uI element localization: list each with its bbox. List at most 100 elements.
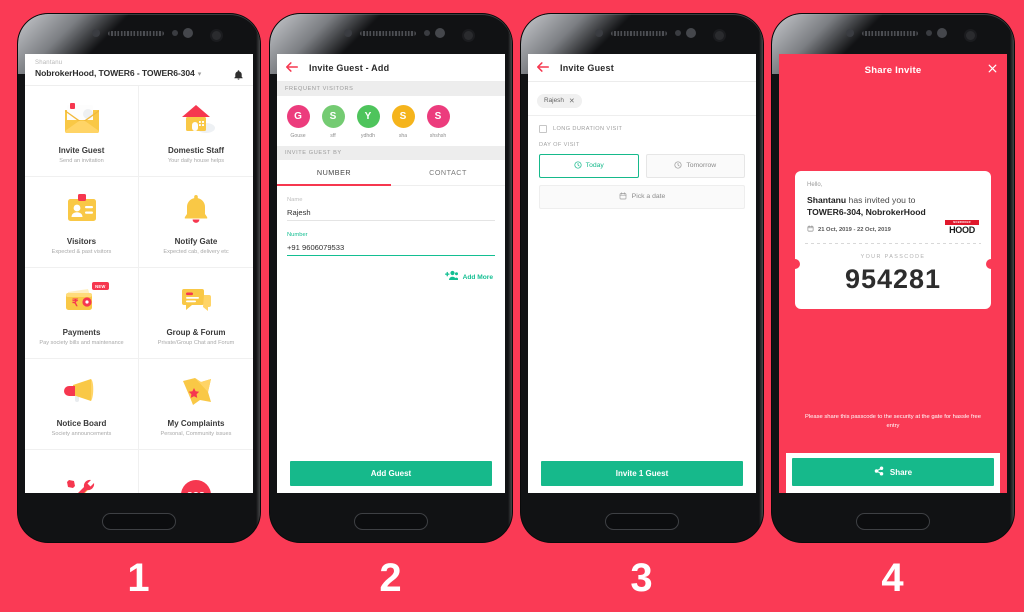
calendar-icon: [807, 225, 814, 234]
visitor-name: ydhdh: [360, 133, 376, 139]
camera-lens-icon: [966, 31, 975, 40]
visitor-item[interactable]: S sff: [320, 105, 346, 139]
light-sensor-icon: [435, 28, 445, 38]
frequent-visitors-list: G Gouse S sff Y ydhdh S sha S shshsh: [277, 96, 505, 146]
nobrokerhood-logo: NOBROKER HOOD: [945, 220, 979, 235]
invite-guest-button[interactable]: Invite 1 Guest: [541, 461, 743, 486]
address-selector[interactable]: NobrokerHood, TOWER6 - TOWER6-304 ▾: [35, 68, 243, 78]
avatar: S: [321, 105, 345, 128]
tile-invite-guest[interactable]: Invite Guest Send an invitation: [25, 86, 139, 177]
long-duration-checkbox[interactable]: [539, 124, 547, 133]
visitor-item[interactable]: Y ydhdh: [355, 105, 381, 139]
user-name: Shantanu: [35, 60, 63, 66]
tile-notice-board[interactable]: Notice Board Society announcements: [25, 359, 139, 450]
avatar: S: [426, 105, 450, 128]
tile-group-forum[interactable]: Group & Forum Private/Group Chat and For…: [139, 268, 253, 359]
long-duration-visit-row[interactable]: LONG DURATION VISIT: [528, 116, 756, 137]
appbar: Invite Guest - Add: [277, 54, 505, 82]
light-sensor-icon: [937, 28, 947, 38]
number-field-value: +91 9606079533: [287, 243, 345, 252]
close-icon[interactable]: [987, 61, 998, 79]
day-button-today[interactable]: Today: [539, 153, 639, 178]
tile-subtitle: Send an invitation: [59, 158, 104, 164]
phone-topbar: [772, 14, 1014, 54]
ticket-notch-left: [790, 259, 800, 269]
tab-contact[interactable]: CONTACT: [391, 160, 505, 186]
guest-chip[interactable]: Rajesh ✕: [537, 93, 582, 108]
clock-icon: [674, 160, 682, 171]
step-number-4: 4: [881, 556, 905, 600]
invite-guest-label: Invite 1 Guest: [615, 469, 669, 478]
tile-sos[interactable]: SOS: [139, 450, 253, 493]
name-field-value: Rajesh: [287, 208, 311, 217]
home-button[interactable]: [856, 513, 930, 530]
long-duration-label: LONG DURATION VISIT: [553, 125, 623, 132]
name-field[interactable]: Name Rajesh: [277, 197, 505, 221]
visitor-item[interactable]: S shshsh: [425, 105, 451, 139]
tile-my-complaints[interactable]: My Complaints Personal, Community issues: [139, 359, 253, 450]
front-camera-icon: [92, 29, 100, 37]
step-number-3: 3: [630, 556, 654, 600]
feature-grid: Invite Guest Send an invitation Domestic…: [25, 86, 253, 493]
passcode-value: 954281: [844, 264, 942, 295]
id-card-icon: [62, 189, 102, 229]
phone-topbar: [521, 14, 763, 54]
tile-notify-gate[interactable]: Notify Gate Expected cab, delivery etc: [139, 177, 253, 268]
visitor-item[interactable]: S sha: [390, 105, 416, 139]
tile-subtitle: Private/Group Chat and Forum: [157, 340, 235, 346]
calendar-icon: [619, 191, 627, 202]
camera-lens-icon: [464, 31, 473, 40]
step-number-2: 2: [379, 556, 403, 600]
sos-button[interactable]: SOS: [181, 475, 211, 493]
guest-chip-row: Rajesh ✕: [528, 82, 756, 116]
add-guest-button[interactable]: Add Guest: [290, 461, 492, 486]
back-arrow-icon[interactable]: [285, 61, 299, 75]
tile-domestic-staff[interactable]: Domestic Staff Your daily house helps: [139, 86, 253, 177]
tile-visitors[interactable]: Visitors Expected & past visitors: [25, 177, 139, 268]
appbar-title: Invite Guest: [560, 62, 614, 73]
tile-title: My Complaints: [167, 419, 225, 428]
proximity-sensor-icon: [926, 30, 932, 36]
tile-title: Notify Gate: [174, 237, 218, 246]
back-arrow-icon[interactable]: [536, 61, 550, 75]
tab-number[interactable]: NUMBER: [277, 160, 391, 186]
section-frequent-visitors: FREQUENT VISITORS: [277, 82, 505, 96]
earpiece-speaker-icon: [108, 31, 164, 36]
tile-payments[interactable]: ₹ NEW Payments Pay society bills and mai…: [25, 268, 139, 359]
tile-services[interactable]: [25, 450, 139, 493]
add-more-button[interactable]: Add More: [277, 256, 505, 286]
pick-a-date-button[interactable]: Pick a date: [539, 184, 745, 209]
tile-title: Group & Forum: [166, 328, 226, 337]
home-button[interactable]: [102, 513, 176, 530]
number-field[interactable]: Number +91 9606079533: [277, 232, 505, 257]
phone3-screen: Invite Guest Rajesh ✕ LONG DURATION VISI…: [528, 54, 756, 493]
svg-text:₹: ₹: [72, 298, 79, 309]
light-sensor-icon: [686, 28, 696, 38]
wallet-icon: ₹ NEW: [61, 280, 109, 320]
share-button[interactable]: Share: [792, 458, 994, 486]
phone-topbar: [18, 14, 260, 54]
avatar: S: [391, 105, 415, 128]
day-button-tomorrow[interactable]: Tomorrow: [645, 153, 745, 178]
tile-subtitle: Expected & past visitors: [51, 249, 112, 255]
logo-word: HOOD: [949, 225, 975, 236]
home-button[interactable]: [605, 513, 679, 530]
screenshot-stage: Shantanu NobrokerHood, TOWER6 - TOWER6-3…: [0, 0, 1024, 612]
visitor-item[interactable]: G Gouse: [285, 105, 311, 139]
date-range-label: 21 Oct, 2019 - 22 Oct, 2019: [818, 226, 891, 233]
chat-icon: [176, 280, 216, 320]
flag-icon: [177, 371, 215, 411]
greeting: Hello,: [807, 182, 823, 188]
day-button-label: Today: [585, 162, 604, 169]
camera-lens-icon: [212, 31, 221, 40]
day-of-visit-label: DAY OF VISIT: [539, 141, 580, 148]
home-header: Shantanu NobrokerHood, TOWER6 - TOWER6-3…: [25, 54, 253, 86]
share-label: Share: [889, 467, 913, 477]
close-icon[interactable]: ✕: [569, 97, 575, 105]
chevron-down-icon: ▾: [197, 71, 202, 78]
cta-container: Share: [786, 453, 1000, 493]
home-button[interactable]: [354, 513, 428, 530]
phone4-screen: Share Invite Hello, Shantanu has invited…: [779, 54, 1007, 493]
notification-bell-icon[interactable]: [233, 68, 244, 86]
add-guest-label: Add Guest: [370, 469, 412, 478]
